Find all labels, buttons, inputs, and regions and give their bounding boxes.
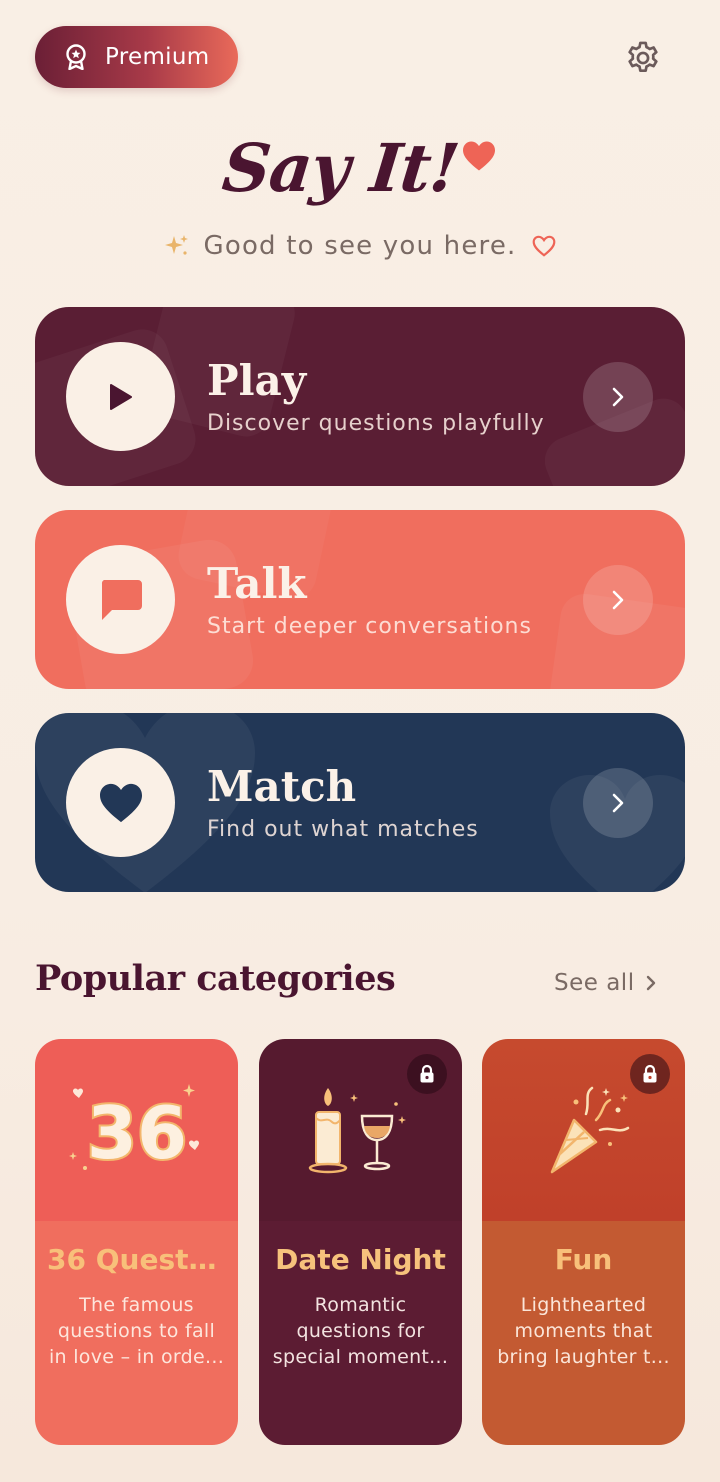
gear-icon — [628, 41, 658, 73]
category-title: 36 Questi... — [47, 1243, 226, 1276]
lock-icon — [407, 1054, 447, 1094]
talk-card[interactable]: Talk Start deeper conversations — [35, 510, 685, 689]
match-card[interactable]: Match Find out what matches — [35, 713, 685, 892]
category-description: The famous questions to fall in love – i… — [47, 1292, 226, 1370]
settings-button[interactable] — [622, 37, 664, 79]
greeting: Good to see you here. — [0, 226, 720, 266]
number-36-icon: 36 — [68, 1084, 199, 1177]
category-title: Date Night — [275, 1243, 446, 1276]
award-badge-icon — [65, 44, 87, 70]
play-subtitle: Discover questions playfully — [207, 411, 545, 436]
heart-outline-icon — [531, 234, 557, 258]
category-card-date-night[interactable]: Date Night Romantic questions for specia… — [259, 1039, 462, 1445]
premium-button[interactable]: Premium — [35, 26, 238, 88]
chevron-right-icon — [612, 387, 624, 407]
chevron-right-icon — [612, 590, 624, 610]
sparkle-icon — [164, 233, 190, 259]
match-circle — [66, 748, 175, 857]
category-title: Fun — [554, 1243, 613, 1276]
heart-icon — [99, 783, 142, 822]
candle-wine-icon — [308, 1088, 406, 1174]
play-card[interactable]: Play Discover questions playfully — [35, 307, 685, 486]
category-desc-line: special moment... — [272, 1346, 449, 1368]
play-circle — [66, 342, 175, 451]
chevron-right-icon — [645, 974, 657, 992]
match-arrow-button[interactable] — [583, 768, 653, 838]
chat-bubble-icon — [101, 579, 142, 620]
category-description: Romantic questions for special moment... — [271, 1292, 450, 1370]
logo-text: Say It! — [219, 129, 463, 207]
talk-arrow-button[interactable] — [583, 565, 653, 635]
category-description: Lighthearted moments that bring laughter… — [494, 1292, 673, 1370]
greeting-text: Good to see you here. — [203, 231, 517, 261]
category-desc-line: The famous — [79, 1294, 194, 1316]
match-subtitle: Find out what matches — [207, 817, 479, 842]
premium-label: Premium — [105, 44, 210, 70]
category-image — [482, 1039, 685, 1221]
category-desc-line: questions for — [296, 1320, 425, 1342]
category-desc-line: in love – in orde... — [48, 1346, 225, 1368]
talk-circle — [66, 545, 175, 654]
category-desc-line: moments that — [514, 1320, 653, 1342]
play-title: Play — [207, 356, 307, 405]
category-image: 36 — [35, 1039, 238, 1221]
chevron-right-icon — [612, 793, 624, 813]
category-card-fun[interactable]: Fun Lighthearted moments that bring laug… — [482, 1039, 685, 1445]
match-title: Match — [207, 762, 357, 811]
category-desc-line: Lighthearted — [520, 1294, 647, 1316]
svg-text:36: 36 — [86, 1091, 186, 1175]
play-arrow-button[interactable] — [583, 362, 653, 432]
logo-heart-icon — [461, 140, 497, 176]
category-image — [259, 1039, 462, 1221]
see-all-link[interactable]: See all — [554, 966, 657, 1000]
category-desc-line: questions to fall — [57, 1320, 216, 1342]
section-title: Popular categories — [35, 958, 396, 999]
talk-title: Talk — [207, 559, 307, 608]
play-icon — [109, 383, 132, 410]
category-desc-line: Romantic — [314, 1294, 407, 1316]
see-all-label: See all — [554, 970, 635, 996]
lock-icon — [630, 1054, 670, 1094]
party-popper-icon — [550, 1086, 629, 1174]
app-logo: Say It! — [0, 118, 720, 218]
talk-subtitle: Start deeper conversations — [207, 614, 532, 639]
category-desc-line: bring laughter t... — [497, 1346, 670, 1368]
category-card-36-questions[interactable]: 36 36 Questi... The famous questions to … — [35, 1039, 238, 1445]
